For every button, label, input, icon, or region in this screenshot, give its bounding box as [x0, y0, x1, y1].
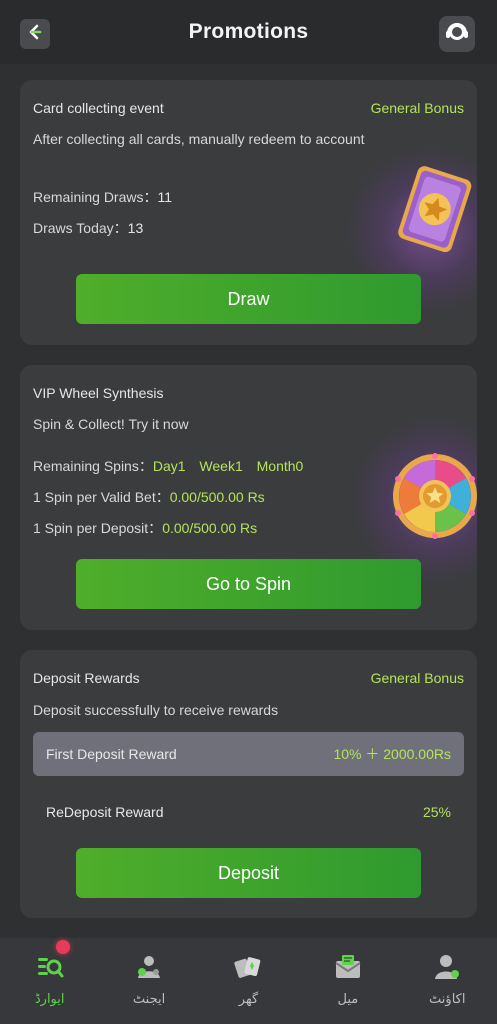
mail-icon	[333, 952, 363, 982]
vip-wheel-description: Spin & Collect! Try it now	[33, 416, 189, 432]
spins-month: Month0	[256, 458, 304, 474]
account-icon	[432, 952, 462, 982]
nav-item-awards[interactable]: ایوارڈ	[0, 938, 99, 1024]
nav-label-mail: میل	[337, 992, 359, 1007]
nav-label-account: اکاؤنٹ	[429, 992, 466, 1007]
redeposit-reward-value: 25%	[422, 804, 451, 820]
spin-per-bet: 1 Spin per Valid Bet：0.00/500.00 Rs	[33, 487, 265, 507]
draws-today-label: Draws Today：	[33, 220, 128, 236]
spin-per-deposit: 1 Spin per Deposit：0.00/500.00 Rs	[33, 518, 257, 538]
card-event-description: After collecting all cards, manually red…	[33, 131, 365, 147]
vip-wheel-title: VIP Wheel Synthesis	[33, 385, 164, 401]
draws-today-value: 13	[127, 220, 144, 236]
first-deposit-reward-label: First Deposit Reward	[46, 746, 177, 762]
deposit-button[interactable]: Deposit	[76, 848, 421, 898]
nav-label-agent: ایجنٹ	[132, 992, 166, 1007]
deposit-rewards-description: Deposit successfully to receive rewards	[33, 702, 279, 718]
first-deposit-reward-row[interactable]: First Deposit Reward 10% ＋ 2000.00Rs	[33, 732, 464, 776]
spin-per-deposit-value: 0.00/500.00 Rs	[162, 520, 258, 536]
remaining-spins: Remaining Spins：Day1 Week1 Month0	[33, 456, 303, 476]
remaining-draws-value: 11	[157, 189, 173, 205]
prize-wheel-icon	[390, 449, 477, 548]
draws-today: Draws Today：13	[33, 218, 143, 238]
headset-icon	[444, 19, 470, 50]
remaining-spins-label: Remaining Spins：	[33, 458, 153, 474]
nav-item-home[interactable]: گھر	[199, 938, 298, 1024]
redeposit-reward-label: ReDeposit Reward	[46, 804, 164, 820]
first-deposit-reward-value: 10% ＋ 2000.00Rs	[333, 746, 451, 762]
spins-week: Week1	[199, 458, 243, 474]
nav-label-awards: ایوارڈ	[34, 992, 65, 1007]
vip-wheel-card: VIP Wheel Synthesis Spin & Collect! Try …	[20, 365, 477, 630]
notification-badge	[56, 940, 71, 954]
star-card-icon	[392, 162, 477, 267]
top-bar: Promotions	[0, 0, 497, 64]
spin-per-deposit-label: 1 Spin per Deposit：	[33, 520, 163, 536]
awards-search-icon	[35, 952, 65, 982]
spins-day: Day1	[152, 458, 186, 474]
deposit-general-bonus-tag: General Bonus	[370, 670, 464, 686]
nav-label-home: گھر	[238, 992, 259, 1007]
redeposit-reward-row[interactable]: ReDeposit Reward 25%	[33, 790, 464, 834]
agent-icon	[134, 952, 164, 982]
deposit-rewards-title: Deposit Rewards	[33, 670, 140, 686]
go-to-spin-button[interactable]: Go to Spin	[76, 559, 421, 609]
back-arrow-icon	[26, 23, 44, 46]
card-event-title: Card collecting event	[33, 100, 164, 116]
home-cards-icon	[233, 952, 263, 982]
draw-button[interactable]: Draw	[76, 274, 421, 324]
spin-per-bet-label: 1 Spin per Valid Bet：	[33, 489, 170, 505]
support-button[interactable]	[439, 16, 475, 52]
page-title: Promotions	[188, 20, 309, 43]
back-button[interactable]	[20, 19, 50, 49]
remaining-draws-label: Remaining Draws：	[33, 189, 158, 205]
general-bonus-tag: General Bonus	[370, 100, 464, 116]
bottom-navigation: ایوارڈ ایجنٹ گھر میل اکاؤنٹ	[0, 938, 497, 1024]
card-collecting-event-card: Card collecting event General Bonus Afte…	[20, 80, 477, 345]
deposit-rewards-card: Deposit Rewards General Bonus Deposit su…	[20, 650, 477, 918]
nav-item-account[interactable]: اکاؤنٹ	[398, 938, 497, 1024]
spin-per-bet-value: 0.00/500.00 Rs	[169, 489, 265, 505]
nav-item-mail[interactable]: میل	[298, 938, 397, 1024]
nav-item-agent[interactable]: ایجنٹ	[100, 938, 199, 1024]
remaining-draws: Remaining Draws：11	[33, 187, 172, 207]
